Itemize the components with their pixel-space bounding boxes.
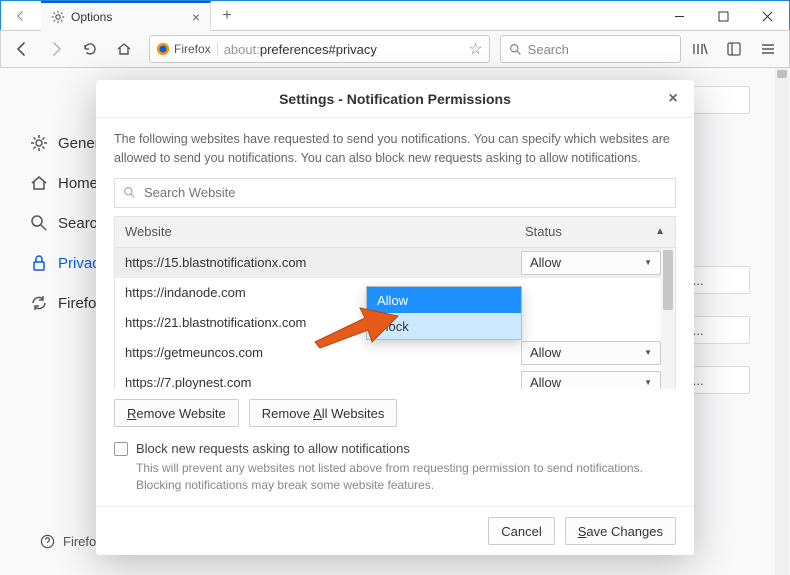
column-website[interactable]: Website: [115, 224, 515, 239]
table-row[interactable]: https://7.ploynest.com Allow▼: [115, 368, 675, 390]
page-scrollbar[interactable]: [775, 68, 789, 575]
table-header: Website Status▲: [114, 216, 676, 248]
maximize-button[interactable]: [701, 1, 745, 31]
column-status[interactable]: Status▲: [515, 224, 675, 239]
dropdown-option-block[interactable]: Block: [367, 313, 521, 339]
minimize-button[interactable]: [657, 1, 701, 31]
table-scrollbar[interactable]: [661, 248, 675, 390]
browser-tab[interactable]: Options ×: [41, 1, 211, 31]
new-tab-button[interactable]: +: [211, 1, 243, 30]
back-button[interactable]: [7, 34, 37, 64]
close-icon[interactable]: ×: [192, 9, 200, 25]
search-icon: [123, 186, 136, 199]
identity-box[interactable]: Firefox: [156, 42, 218, 56]
window-titlebar: Options × +: [0, 0, 790, 30]
url-bar[interactable]: Firefox about:preferences#privacy ☆: [149, 35, 490, 63]
dialog-close-button[interactable]: ×: [662, 88, 684, 110]
search-icon: [30, 214, 48, 232]
caret-down-icon: ▼: [644, 258, 652, 267]
url-text: about:preferences#privacy: [224, 42, 463, 57]
forward-button[interactable]: [41, 34, 71, 64]
block-new-requests-description: This will prevent any websites not liste…: [114, 460, 676, 494]
status-dropdown[interactable]: Allow▼: [521, 341, 661, 365]
dialog-description: The following websites have requested to…: [114, 130, 676, 168]
help-icon: [40, 534, 55, 549]
caret-up-icon: ▲: [655, 226, 665, 237]
caret-down-icon: ▼: [644, 348, 652, 357]
caret-down-icon: ▼: [644, 378, 652, 387]
tab-title: Options: [71, 10, 186, 24]
search-bar[interactable]: Search: [500, 35, 681, 63]
gear-icon: [30, 134, 48, 152]
status-dropdown[interactable]: Allow▼: [521, 371, 661, 390]
dropdown-option-allow[interactable]: Allow: [367, 287, 521, 313]
chevron-left-icon: [15, 10, 27, 22]
tab-scroll-left[interactable]: [1, 1, 41, 30]
remove-website-button[interactable]: Remove Website: [114, 399, 239, 427]
search-icon: [509, 43, 522, 56]
home-button[interactable]: [109, 34, 139, 64]
gear-icon: [51, 10, 65, 24]
remove-all-websites-button[interactable]: Remove All Websites: [249, 399, 398, 427]
cancel-button[interactable]: Cancel: [488, 517, 554, 545]
save-changes-button[interactable]: Save Changes: [565, 517, 676, 545]
status-dropdown[interactable]: Allow▼: [521, 251, 661, 275]
firefox-icon: [156, 42, 170, 56]
search-website-input[interactable]: [144, 185, 667, 200]
block-new-requests-label: Block new requests asking to allow notif…: [136, 441, 410, 456]
home-icon: [30, 174, 48, 192]
dialog-title: Settings - Notification Permissions ×: [96, 80, 694, 118]
sync-icon: [30, 294, 48, 312]
library-button[interactable]: [685, 34, 715, 64]
sidebar-button[interactable]: [719, 34, 749, 64]
table-row[interactable]: https://getmeuncos.com Allow▼: [115, 338, 675, 368]
status-dropdown-menu: Allow Block: [366, 286, 522, 340]
reload-button[interactable]: [75, 34, 105, 64]
lock-icon: [30, 254, 48, 272]
table-row[interactable]: https://15.blastnotificationx.com Allow▼: [115, 248, 675, 278]
block-new-requests-checkbox[interactable]: [114, 442, 128, 456]
bookmark-star-icon[interactable]: ☆: [468, 39, 482, 59]
menu-button[interactable]: [753, 34, 783, 64]
close-window-button[interactable]: [745, 1, 789, 31]
search-website-field[interactable]: [114, 178, 676, 208]
navigation-toolbar: Firefox about:preferences#privacy ☆ Sear…: [0, 30, 790, 68]
support-link[interactable]: Firefox: [40, 534, 103, 549]
